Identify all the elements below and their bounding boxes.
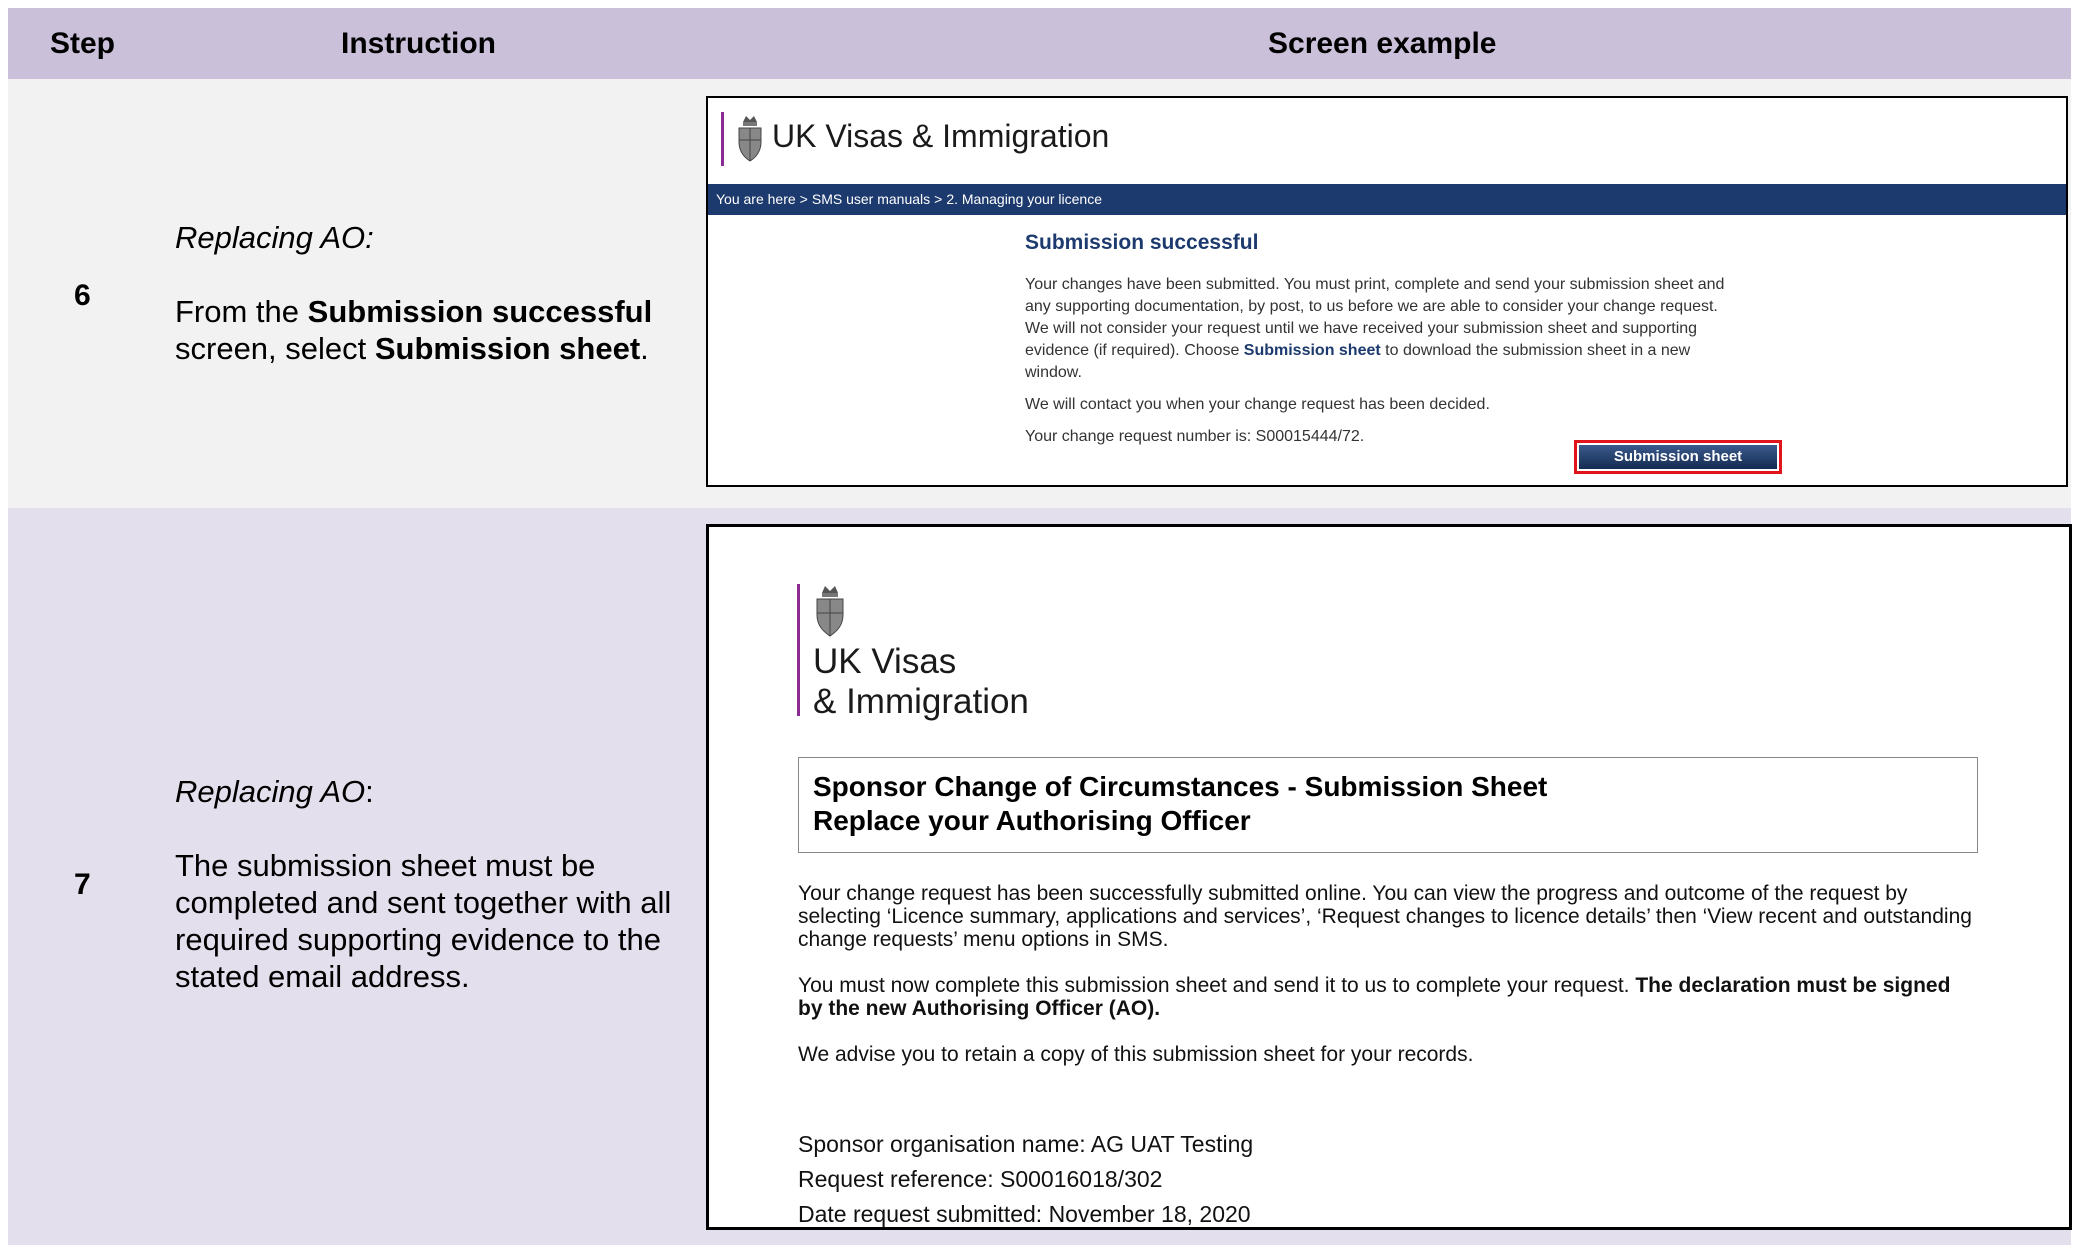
sheet-subtitle: Replace your Authorising Officer xyxy=(813,805,1251,836)
brand-name: UK Visas & Immigration xyxy=(813,642,1029,721)
step-number: 6 xyxy=(74,279,91,312)
sheet-title: Sponsor Change of Circumstances - Submis… xyxy=(813,771,1548,802)
brand-name: UK Visas & Immigration xyxy=(772,118,1110,154)
sponsor-name: Sponsor organisation name: AG UAT Testin… xyxy=(798,1131,1254,1157)
table-row: 6 Replacing AO: From the Submission succ… xyxy=(8,79,2071,508)
highlight-box: Submission sheet xyxy=(1574,440,1782,474)
instruction-text: From the Submission successful screen, s… xyxy=(175,294,653,366)
submission-sheet-link[interactable]: Submission sheet xyxy=(1244,342,1381,359)
header-step: Step xyxy=(50,27,116,60)
instruction-cell: Replacing AO: The submission sheet must … xyxy=(175,773,685,995)
instruction-heading: Replacing AO xyxy=(175,774,366,809)
breadcrumb-item[interactable]: SMS user manuals xyxy=(812,191,930,207)
royal-crest-icon xyxy=(738,116,762,162)
table-header: Step Instruction Screen example xyxy=(8,8,2071,79)
sheet-body: Your change request has been successfull… xyxy=(798,882,1972,1066)
header-instruction: Instruction xyxy=(341,27,496,60)
breadcrumb: You are here > SMS user manuals >2. Managin… xyxy=(708,184,2066,215)
submission-sheet-button[interactable]: Submission sheet xyxy=(1579,445,1777,469)
step-number: 7 xyxy=(74,868,91,901)
instruction-cell: Replacing AO: From the Submission succes… xyxy=(175,219,685,367)
request-reference: Request reference: S00016018/302 xyxy=(798,1166,1163,1192)
page-title: Submission successful xyxy=(1025,231,1259,254)
table-row: 7 Replacing AO: The submission sheet mus… xyxy=(8,508,2072,1245)
header-screen-example: Screen example xyxy=(1268,27,1497,60)
date-submitted: Date request submitted: November 18, 202… xyxy=(798,1201,1251,1227)
breadcrumb-item[interactable]: 2. Managing your licence xyxy=(946,191,1102,207)
submission-message: Your changes have been submitted. You mu… xyxy=(1025,274,1745,458)
logo-bar xyxy=(721,112,724,166)
sheet-title-box: Sponsor Change of Circumstances - Submis… xyxy=(798,757,1978,853)
instruction-heading: Replacing AO: xyxy=(175,220,374,255)
screen-example-submission-sheet: UK Visas & Immigration Sponsor Change of… xyxy=(706,524,2072,1230)
instruction-text: The submission sheet must be completed a… xyxy=(175,848,672,994)
logo-bar xyxy=(797,584,800,716)
royal-crest-icon xyxy=(816,586,844,637)
sheet-details: Sponsor organisation name: AG UAT Testin… xyxy=(798,1127,1254,1227)
screen-example-submission-successful: UK Visas & Immigration You are here > SMS … xyxy=(706,96,2068,487)
breadcrumb-item[interactable]: You are here xyxy=(716,191,796,207)
